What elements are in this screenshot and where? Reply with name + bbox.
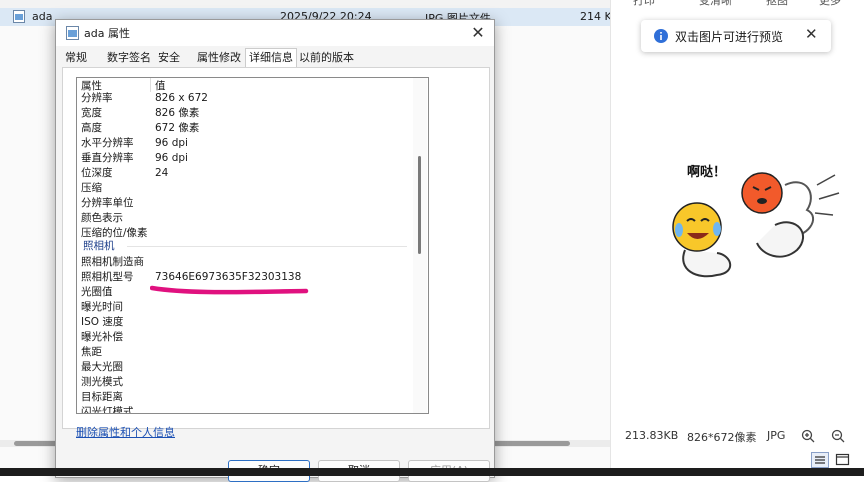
property-name: 宽度	[81, 107, 102, 119]
property-name: 闪光灯模式	[81, 406, 134, 414]
close-icon: ✕	[471, 23, 485, 42]
file-name: ada	[32, 10, 53, 23]
remove-properties-link[interactable]: 删除属性和个人信息	[76, 424, 175, 440]
property-name: 曝光时间	[81, 301, 123, 313]
property-name: 目标距离	[81, 391, 123, 403]
tab-security[interactable]: 安全	[155, 49, 183, 67]
properties-dialog: ada 属性 ✕ 常规 数字签名 安全 属性修改 详细信息 以前的版本 属性 值…	[55, 19, 495, 482]
property-value: 96 dpi	[155, 152, 188, 164]
section-camera: 照相机	[77, 239, 410, 254]
property-value: 826 x 672	[155, 92, 208, 104]
dialog-title: ada 属性	[84, 27, 130, 40]
taskbar	[0, 468, 864, 476]
view-mode-bar	[611, 450, 864, 468]
window-icon[interactable]	[835, 452, 851, 468]
image-preview[interactable]: 啊哒！	[657, 155, 857, 290]
property-name: 焦距	[81, 346, 102, 358]
property-name: 垂直分辨率	[81, 152, 134, 164]
file-size: 214 K	[580, 10, 612, 23]
property-list-header: 属性 值	[77, 78, 410, 92]
tab-previous-versions[interactable]: 以前的版本	[296, 49, 357, 67]
property-value: 672 像素	[155, 122, 200, 134]
format-label: JPG	[767, 429, 786, 442]
info-icon	[654, 29, 668, 43]
property-name: 位深度	[81, 167, 113, 179]
dimensions-label: 826*672像素	[687, 431, 757, 444]
section-divider	[127, 246, 407, 247]
property-name: 照相机制造商	[81, 256, 144, 268]
section-label: 照相机	[83, 240, 115, 252]
property-value: 73646E6973635F32303138	[155, 271, 302, 283]
print-button[interactable]: 打印	[633, 0, 655, 8]
property-name: 光圈值	[81, 286, 113, 298]
tab-digital-signature[interactable]: 数字签名	[104, 49, 154, 67]
title-bar[interactable]: ada 属性 ✕	[56, 20, 494, 46]
zoom-in-icon[interactable]	[801, 429, 815, 443]
tab-details[interactable]: 详细信息	[245, 48, 297, 69]
highlight-annotation-stroke	[150, 285, 309, 295]
preview-tip-text: 双击图片可进行预览	[675, 30, 784, 44]
cutout-button[interactable]: 抠图	[766, 0, 788, 8]
property-name: 最大光圈	[81, 361, 123, 373]
property-name: 水平分辨率	[81, 137, 134, 149]
property-name: 压缩	[81, 182, 102, 194]
column-separator[interactable]	[150, 78, 151, 92]
property-name: 颜色表示	[81, 212, 123, 224]
details-panel: 属性 值 分辨率 826 x 672 宽度 826 像素 高度 672 像素 水平分辨…	[62, 67, 490, 429]
tab-general[interactable]: 常规	[62, 49, 90, 67]
property-name: 分辨率单位	[81, 197, 134, 209]
property-name: 测光模式	[81, 376, 123, 388]
property-list[interactable]: 属性 值 分辨率 826 x 672 宽度 826 像素 高度 672 像素 水平分辨…	[76, 77, 429, 414]
vertical-scrollbar[interactable]	[413, 78, 427, 413]
image-viewer-panel: 打印 变清晰 抠图 更多 双击图片可进行预览 ✕ 啊哒！ 213.83KB 82…	[610, 0, 864, 476]
property-name: ISO 速度	[81, 316, 124, 328]
list-view-icon[interactable]	[811, 452, 829, 468]
sticker-illustration	[672, 172, 840, 278]
property-value: 826 像素	[155, 107, 200, 119]
jpg-file-icon	[13, 10, 25, 23]
viewer-status-bar: 213.83KB 826*672像素 JPG	[611, 424, 864, 448]
tab-bar: 常规 数字签名 安全 属性修改 详细信息 以前的版本	[62, 48, 490, 69]
enhance-button[interactable]: 变清晰	[699, 0, 732, 8]
property-value: 96 dpi	[155, 137, 188, 149]
file-size-label: 213.83KB	[625, 429, 679, 442]
viewer-toolbar: 打印 变清晰 抠图 更多	[611, 0, 864, 8]
scrollbar-thumb[interactable]	[418, 156, 421, 254]
property-name: 曝光补偿	[81, 331, 123, 343]
close-icon[interactable]: ✕	[805, 25, 818, 43]
property-value: 24	[155, 167, 169, 179]
jpg-file-icon	[66, 26, 79, 40]
zoom-out-icon[interactable]	[831, 429, 845, 443]
tab-attribute-modify[interactable]: 属性修改	[194, 49, 244, 67]
property-name: 照相机型号	[81, 271, 134, 283]
property-name: 高度	[81, 122, 102, 134]
more-button[interactable]: 更多	[819, 0, 841, 8]
property-name: 分辨率	[81, 92, 113, 104]
preview-tip: 双击图片可进行预览 ✕	[641, 20, 831, 52]
close-button[interactable]: ✕	[464, 22, 492, 44]
explorer-top-bar	[0, 0, 610, 8]
